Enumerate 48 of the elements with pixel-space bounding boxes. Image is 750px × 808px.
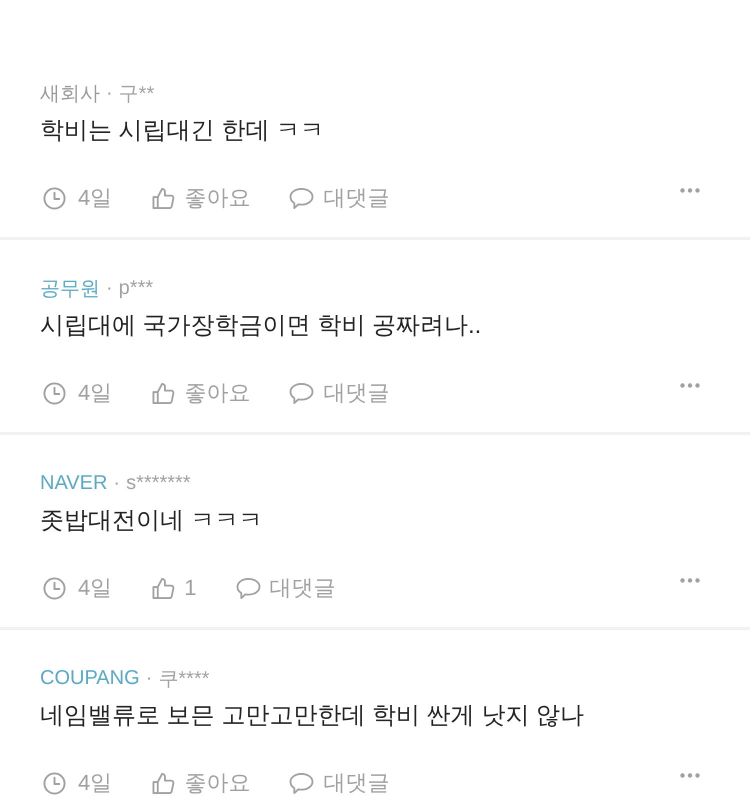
separator: ·: [106, 82, 113, 104]
time-label: 4일: [78, 574, 112, 602]
like-button[interactable]: 좋아요: [152, 183, 250, 213]
clock-icon: [43, 186, 66, 210]
more-icon: [680, 383, 700, 388]
like-button[interactable]: 좋아요: [152, 378, 250, 408]
author-name: p***: [118, 276, 154, 300]
company-label: 새회사: [40, 82, 100, 106]
thumbs-up-icon: [152, 576, 176, 600]
reply-button[interactable]: 대댓글: [289, 183, 390, 213]
clock-icon: [43, 772, 66, 794]
more-button[interactable]: [680, 383, 700, 388]
reply-button[interactable]: 대댓글: [236, 573, 336, 603]
clock-icon: [43, 576, 66, 600]
company-label: 공무원: [40, 276, 100, 302]
company-label: COUPANG: [40, 666, 140, 690]
speech-bubble-icon: [236, 576, 260, 600]
more-button[interactable]: [680, 773, 700, 778]
time-label: 4일: [78, 184, 112, 212]
company-label: NAVER: [40, 472, 108, 494]
comment-text: 시립대에 국가장학금이면 학비 공짜려나..: [40, 311, 482, 341]
thumbs-up-icon: [152, 186, 176, 210]
comment-text: 학비는 시립대긴 한데 ㅋㅋ: [40, 116, 326, 146]
clock-icon: [43, 382, 66, 404]
comment-text: 좃밥대전이네 ㅋㅋㅋ: [40, 506, 264, 536]
more-icon: [680, 578, 700, 583]
more-button[interactable]: [680, 578, 700, 583]
speech-bubble-icon: [289, 772, 314, 794]
time-label: 4일: [78, 769, 112, 797]
more-icon: [680, 188, 700, 193]
more-icon: [680, 773, 700, 778]
thumbs-up-icon: [152, 772, 176, 794]
separator: ·: [113, 472, 120, 494]
separator: ·: [106, 276, 113, 300]
author-name: 구**: [118, 82, 154, 106]
thumbs-up-icon: [152, 382, 176, 404]
author-name: 쿠****: [158, 666, 210, 692]
separator: ·: [146, 666, 152, 690]
reply-button[interactable]: 대댓글: [289, 768, 390, 798]
like-button[interactable]: 1: [152, 575, 196, 601]
speech-bubble-icon: [289, 382, 314, 404]
time-label: 4일: [78, 379, 112, 407]
comment-text: 네임밸류로 보믄 고만고만한데 학비 싼게 낫지 않나: [40, 701, 586, 731]
more-button[interactable]: [680, 188, 700, 193]
speech-bubble-icon: [289, 186, 314, 210]
author-name: s*******: [126, 472, 191, 494]
like-button[interactable]: 좋아요: [152, 768, 250, 798]
reply-button[interactable]: 대댓글: [289, 378, 390, 408]
